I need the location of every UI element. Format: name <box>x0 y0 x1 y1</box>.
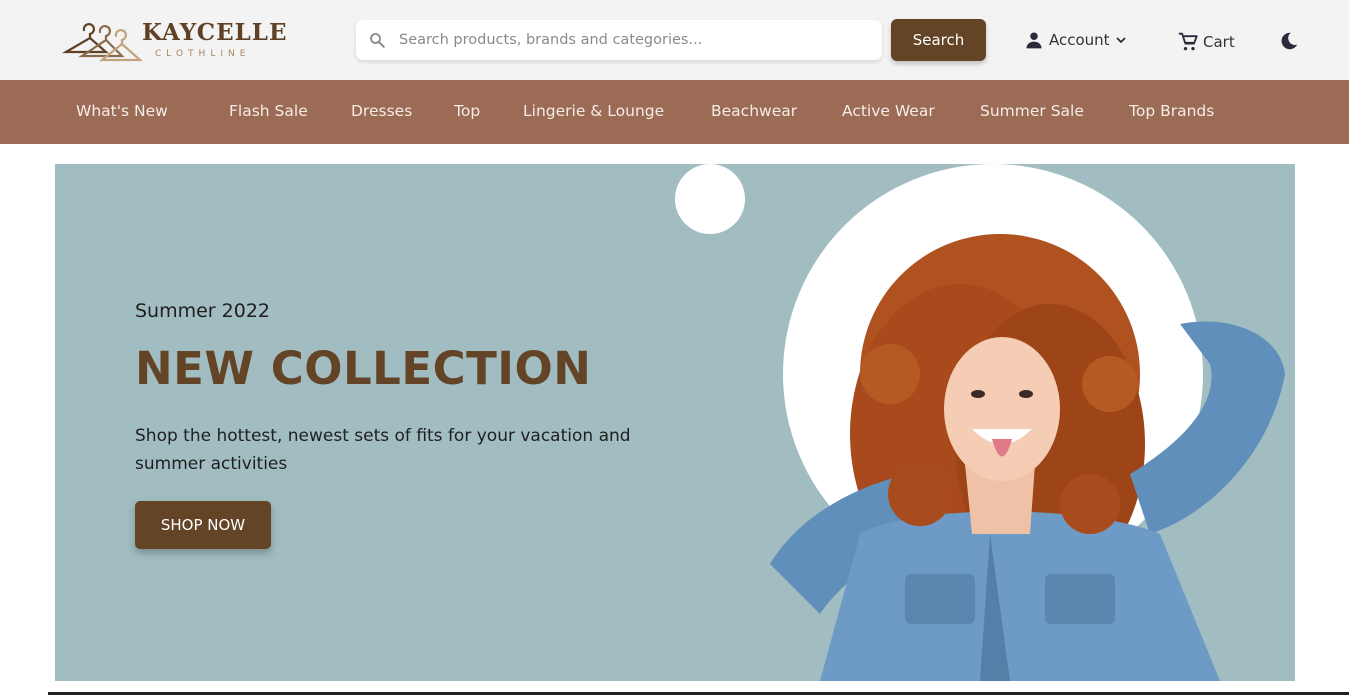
search-icon <box>370 33 385 48</box>
nav-item-active-wear[interactable]: Active Wear <box>842 80 935 144</box>
hanger-icon <box>62 23 143 62</box>
nav-item-summer-sale[interactable]: Summer Sale <box>980 80 1084 144</box>
search-input[interactable] <box>399 20 869 60</box>
cart-link[interactable]: Cart <box>1178 29 1235 55</box>
decorative-circle <box>675 164 745 234</box>
cart-label: Cart <box>1203 33 1235 51</box>
nav-item-lingerie-lounge[interactable]: Lingerie & Lounge <box>523 80 664 144</box>
brand-tagline: CLOTHLINE <box>155 49 251 59</box>
hero-description: Shop the hottest, newest sets of fits fo… <box>135 426 631 474</box>
account-menu[interactable]: Account <box>1024 27 1127 53</box>
brand-name: KAYCELLE <box>142 19 288 46</box>
nav-item-top[interactable]: Top <box>454 80 480 144</box>
nav-item-dresses[interactable]: Dresses <box>351 80 412 144</box>
hero-banner: Summer 2022 NEW COLLECTION Shop the hott… <box>55 164 1295 681</box>
nav-item-flash-sale[interactable]: Flash Sale <box>229 80 308 144</box>
nav-item-top-brands[interactable]: Top Brands <box>1129 80 1214 144</box>
site-header: KAYCELLE CLOTHLINE Search Account Cart <box>0 0 1349 80</box>
category-nav: What's New Flash Sale Dresses Top Linger… <box>0 80 1349 144</box>
account-label: Account <box>1049 31 1110 49</box>
moon-icon[interactable] <box>1277 30 1299 52</box>
hero-season: Summer 2022 <box>135 300 271 322</box>
shop-now-button[interactable]: SHOP NOW <box>135 501 271 549</box>
bottom-divider <box>48 692 1349 695</box>
user-icon <box>1026 32 1042 49</box>
search-button[interactable]: Search <box>891 19 986 61</box>
hero-model-image <box>770 234 1285 681</box>
hero-title: NEW COLLECTION <box>135 342 592 395</box>
nav-item-whats-new[interactable]: What's New <box>76 80 168 144</box>
brand-logo[interactable]: KAYCELLE CLOTHLINE <box>62 18 286 64</box>
chevron-down-icon <box>1115 37 1126 44</box>
nav-item-beachwear[interactable]: Beachwear <box>711 80 797 144</box>
search-bar <box>356 20 882 60</box>
cart-icon <box>1178 32 1198 51</box>
